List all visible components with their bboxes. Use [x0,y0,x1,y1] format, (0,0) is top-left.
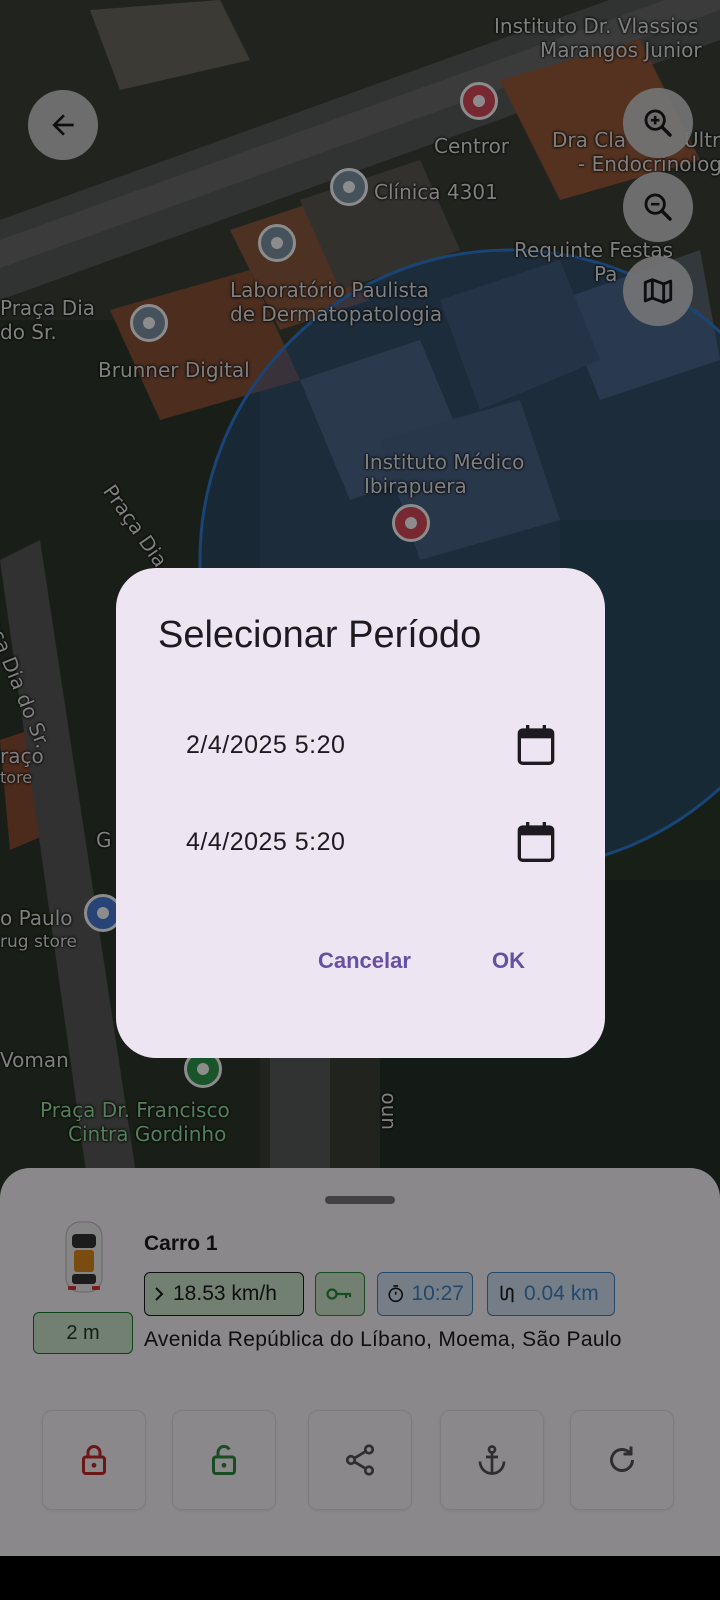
calendar-icon[interactable] [516,723,556,767]
dialog-title: Selecionar Período [158,614,482,656]
cancel-button[interactable]: Cancelar [318,948,411,974]
end-date-value: 4/4/2025 5:20 [186,827,346,856]
end-date-field[interactable]: 4/4/2025 5:20 [186,817,556,867]
select-period-dialog: Selecionar Período 2/4/2025 5:20 4/4/202… [116,568,605,1058]
start-date-field[interactable]: 2/4/2025 5:20 [186,720,556,770]
ok-button[interactable]: OK [492,948,525,974]
start-date-value: 2/4/2025 5:20 [186,730,346,759]
calendar-icon[interactable] [516,820,556,864]
system-navigation-bar [0,1556,720,1600]
